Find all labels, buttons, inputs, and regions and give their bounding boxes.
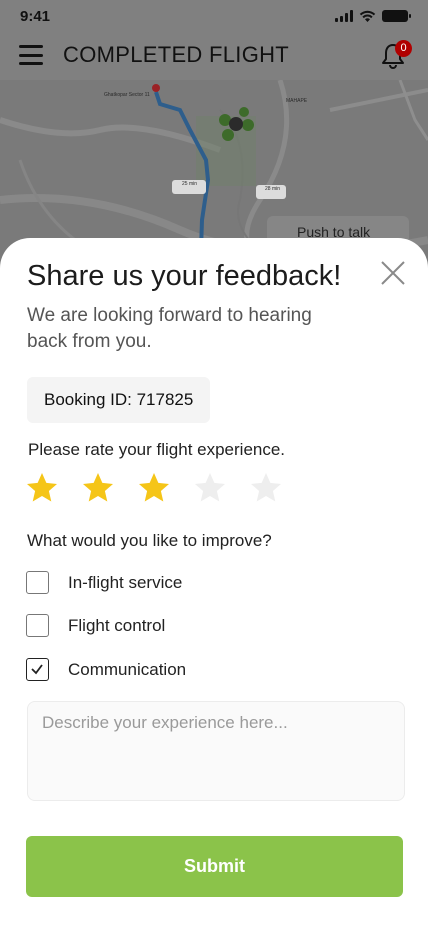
star-icon[interactable] [24, 470, 60, 506]
check-icon [31, 664, 43, 675]
battery-icon [382, 10, 411, 22]
status-bar: 9:41 [0, 0, 428, 34]
notification-badge: 0 [395, 40, 412, 57]
option-communication[interactable]: Communication [26, 658, 186, 681]
close-icon[interactable] [380, 260, 406, 286]
page-title: COMPLETED FLIGHT [63, 42, 290, 67]
option-label: Flight control [68, 615, 166, 635]
feedback-title: Share us your feedback! [27, 260, 342, 292]
booking-id-chip: Booking ID: 717825 [27, 377, 211, 423]
notifications-button[interactable]: 0 [380, 40, 412, 70]
star-icon[interactable] [248, 470, 284, 506]
status-icons [335, 10, 411, 22]
option-flight-control[interactable]: Flight control [26, 614, 165, 637]
checkbox[interactable] [26, 571, 49, 594]
menu-icon-line [19, 62, 43, 65]
menu-icon-line [19, 53, 43, 57]
star-rating[interactable] [24, 470, 284, 506]
star-icon[interactable] [80, 470, 116, 506]
checkbox[interactable] [26, 614, 49, 637]
status-time: 9:41 [20, 8, 51, 25]
feedback-sheet: Share us your feedback! We are looking f… [0, 238, 428, 926]
checkbox[interactable] [26, 658, 49, 681]
menu-icon-line [19, 45, 43, 48]
menu-button[interactable] [19, 45, 43, 65]
star-icon[interactable] [136, 470, 172, 506]
map-label: 25 min [182, 181, 198, 187]
experience-textarea[interactable] [27, 701, 405, 801]
rating-label: Please rate your flight experience. [28, 440, 286, 459]
map-label: Ghatkopar Sector 11 [104, 92, 150, 98]
app-header: COMPLETED FLIGHT 0 [0, 34, 428, 80]
submit-button[interactable]: Submit [26, 836, 403, 897]
option-label: Communication [68, 659, 187, 679]
map-label: MAHAPE [286, 98, 308, 104]
star-icon[interactable] [192, 470, 228, 506]
wifi-icon [359, 10, 376, 22]
map-label: 28 min [265, 186, 281, 192]
improve-label: What would you like to improve? [27, 531, 272, 550]
option-in-flight-service[interactable]: In-flight service [26, 571, 182, 594]
option-label: In-flight service [68, 572, 183, 592]
signal-icon [335, 10, 353, 22]
feedback-subtitle: We are looking forward to hearing back f… [27, 305, 312, 352]
